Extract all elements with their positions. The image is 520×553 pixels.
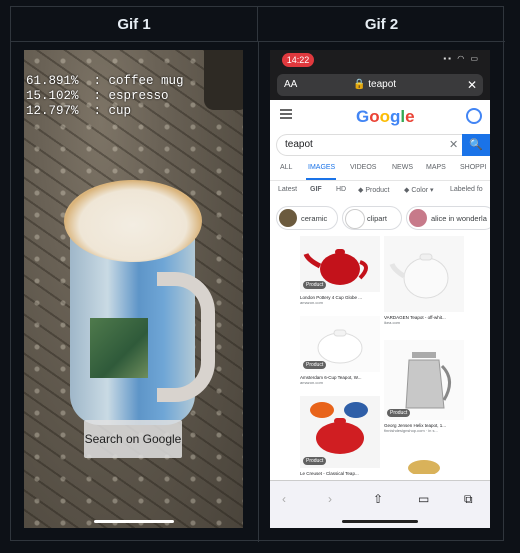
product-badge: Product [303,457,327,465]
mug-handle [157,272,215,402]
search-input[interactable]: teapot ✕ [276,134,490,156]
status-bar: 14:22 ▪▪ ◠ ▭ [270,50,490,70]
google-logo[interactable]: Google [356,107,415,127]
chip-clipart[interactable]: clipart [342,206,402,230]
status-icons: ▪▪ ◠ ▭ [443,54,480,63]
filter-product[interactable]: ◆ Product [358,186,389,194]
close-icon[interactable]: ✕ [467,74,477,96]
result-image[interactable]: Product [384,340,464,420]
prediction-3: 12.797% : cup [26,104,132,118]
status-time: 14:22 [282,53,314,67]
reader-aa-button[interactable]: AA [284,74,297,96]
header-gif2: Gif 2 [258,7,505,42]
tab-maps[interactable]: MAPS [426,164,446,171]
result-image[interactable] [384,236,464,312]
image-result[interactable]: VARDAGEN Teapot - off-whit... ikea.com [384,236,464,325]
forward-icon[interactable]: › [328,492,332,506]
browser-url-bar: AA 🔒 teapot ✕ [270,70,490,100]
tab-news[interactable]: NEWS [392,164,413,171]
white-teapot-image [389,253,449,299]
chip-ceramic[interactable]: ceramic [276,206,338,230]
result-title[interactable]: Le Creuset - Classical Teap... [300,471,380,476]
filter-hd[interactable]: HD [336,186,346,193]
active-tab-underline [306,178,336,180]
image-result[interactable]: Product London Pottery 4 Cup Globe ... a… [300,236,380,305]
suggestion-chips: ceramic clipart alice in wonderla [270,206,490,232]
gold-teapot-image [408,460,440,476]
header-gif1: Gif 1 [11,7,258,42]
tab-all[interactable]: ALL [280,164,292,171]
search-on-google-button[interactable]: Search on Google [84,420,182,458]
product-badge: Product [387,409,411,417]
image-result[interactable]: Product Georg Jensen Helix teapot, 1... … [384,340,464,433]
filter-latest[interactable]: Latest [278,186,297,193]
chip-thumbnail [409,209,427,227]
chip-thumbnail [345,209,365,229]
filter-gif[interactable]: GIF [310,186,322,193]
account-icon[interactable] [466,108,482,124]
chip-thumbnail [279,209,297,227]
chair-leg [204,50,243,110]
image-result[interactable] [384,454,464,476]
result-image[interactable]: Product [300,236,380,292]
steel-teapot-image [405,352,451,409]
home-indicator[interactable] [342,520,418,523]
tab-videos[interactable]: VIDEOS [350,164,376,171]
search-tabs: ALL IMAGES VIDEOS NEWS MAPS SHOPPI [270,160,490,181]
result-domain: ikea.com [384,320,401,325]
product-badge: Product [303,281,327,289]
result-domain: amazon.com [300,380,323,385]
chip-alice[interactable]: alice in wonderla [406,206,490,230]
result-image[interactable] [384,454,464,476]
url-field[interactable]: AA 🔒 teapot ✕ [277,74,483,96]
product-badge: Product [303,361,327,369]
image-results: Product London Pottery 4 Cup Globe ... a… [300,236,490,476]
prediction-list: 61.891% : coffee mug 15.102% : espresso 12… [26,74,184,119]
tab-images[interactable]: IMAGES [308,164,335,171]
tabs-icon[interactable]: ⧉ [464,492,473,507]
mug-print [90,318,148,378]
image-result[interactable]: Product Le Creuset - Classical Teap... [300,396,380,476]
filter-color[interactable]: ◆ Color ▾ [404,186,434,194]
column-divider [258,42,259,542]
google-header: Google [270,100,490,132]
search-query[interactable]: teapot [285,139,313,150]
camera-view: 61.891% : coffee mug 15.102% : espresso 12… [24,50,243,528]
hamburger-menu-icon[interactable] [280,109,292,119]
bookmarks-icon[interactable]: ▭ [418,492,429,506]
mug-rim [64,180,202,262]
home-indicator[interactable] [94,520,174,523]
image-result[interactable]: Product Amsterdam 6-Cup Teapot, W... ama… [300,316,380,385]
share-icon[interactable]: ⇧ [373,492,383,506]
search-icon[interactable]: 🔍 [462,134,490,156]
clear-icon[interactable]: ✕ [449,138,458,151]
tab-shopping[interactable]: SHOPPI [460,164,486,171]
result-domain: amazon.com [300,300,323,305]
prediction-1: 61.891% : coffee mug [26,74,184,88]
result-image[interactable]: Product [300,396,380,468]
phone-screen: 14:22 ▪▪ ◠ ▭ AA 🔒 teapot ✕ Google teapot… [270,50,490,528]
prediction-2: 15.102% : espresso [26,89,169,103]
filter-bar: Latest GIF HD ◆ Product ◆ Color ▾ Labele… [270,184,490,200]
result-domain: finnishdesignshop.com · in s... [384,428,438,433]
back-icon[interactable]: ‹ [282,492,286,506]
result-image[interactable]: Product [300,316,380,372]
url-text[interactable]: 🔒 teapot [353,74,396,96]
filter-labeled[interactable]: Labeled fo [450,186,483,193]
